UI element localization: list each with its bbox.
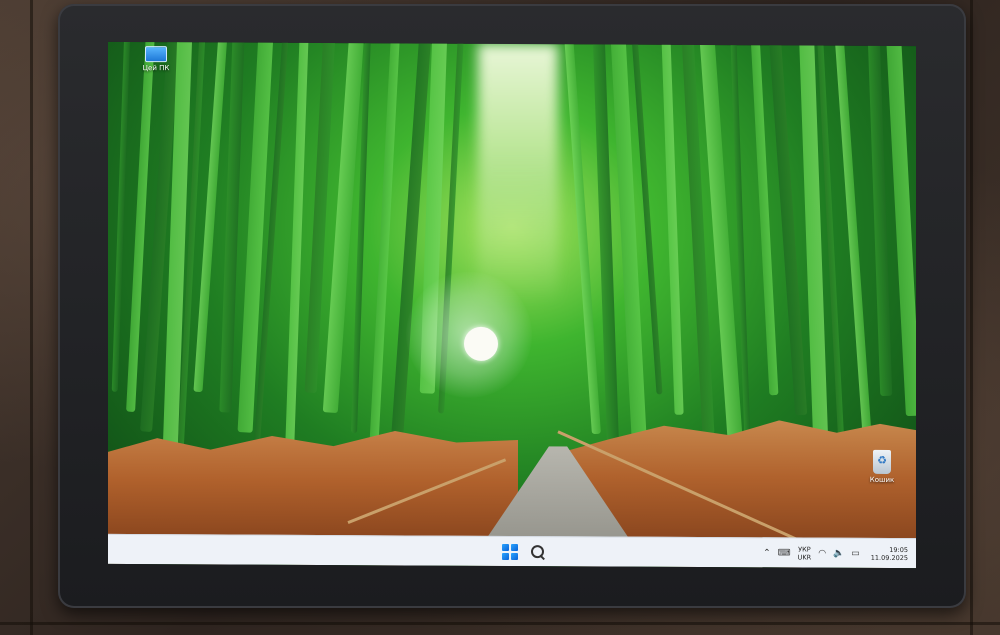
search-icon[interactable] [530,544,546,560]
clock-time: 19:05 [889,545,908,555]
desktop-screen: Цей ПК Кошик ⌃ ⌨ УКР UKR ◠ 🔈 ▭ 19:05 11.… [108,41,916,569]
taskbar-center [502,537,546,567]
keyboard-layout: UKR [797,553,812,562]
tile-seam [0,622,1000,625]
clock[interactable]: 19:05 11.09.2025 [871,546,908,562]
chevron-up-icon[interactable]: ⌃ [763,548,771,558]
desktop-icon-label: Цей ПК [142,64,170,73]
battery-icon[interactable]: ▭ [851,549,860,559]
system-tray: ⌃ ⌨ УКР UKR ◠ 🔈 ▭ 19:05 11.09.2025 [763,538,908,568]
this-pc-icon [145,46,167,63]
keyboard-icon[interactable]: ⌨ [778,548,791,558]
taskbar: ⌃ ⌨ УКР UKR ◠ 🔈 ▭ 19:05 11.09.2025 [108,533,916,569]
clock-date: 11.09.2025 [870,553,908,563]
wallpaper-sky [478,43,558,305]
desktop-icon-recycle-bin[interactable]: Кошик [860,449,904,485]
desktop-icon-this-pc[interactable]: Цей ПК [134,46,178,72]
recycle-bin-icon [873,449,891,474]
desktop-icon-label: Кошик [869,475,895,485]
windows-start-icon[interactable] [502,543,518,561]
language-indicator[interactable]: УКР UKR [798,545,812,561]
wifi-icon[interactable]: ◠ [818,549,826,559]
touch-point [464,326,498,361]
volume-icon[interactable]: 🔈 [833,549,844,559]
tile-seam [970,0,973,635]
tile-seam [30,0,33,635]
language-code: УКР [798,545,811,554]
